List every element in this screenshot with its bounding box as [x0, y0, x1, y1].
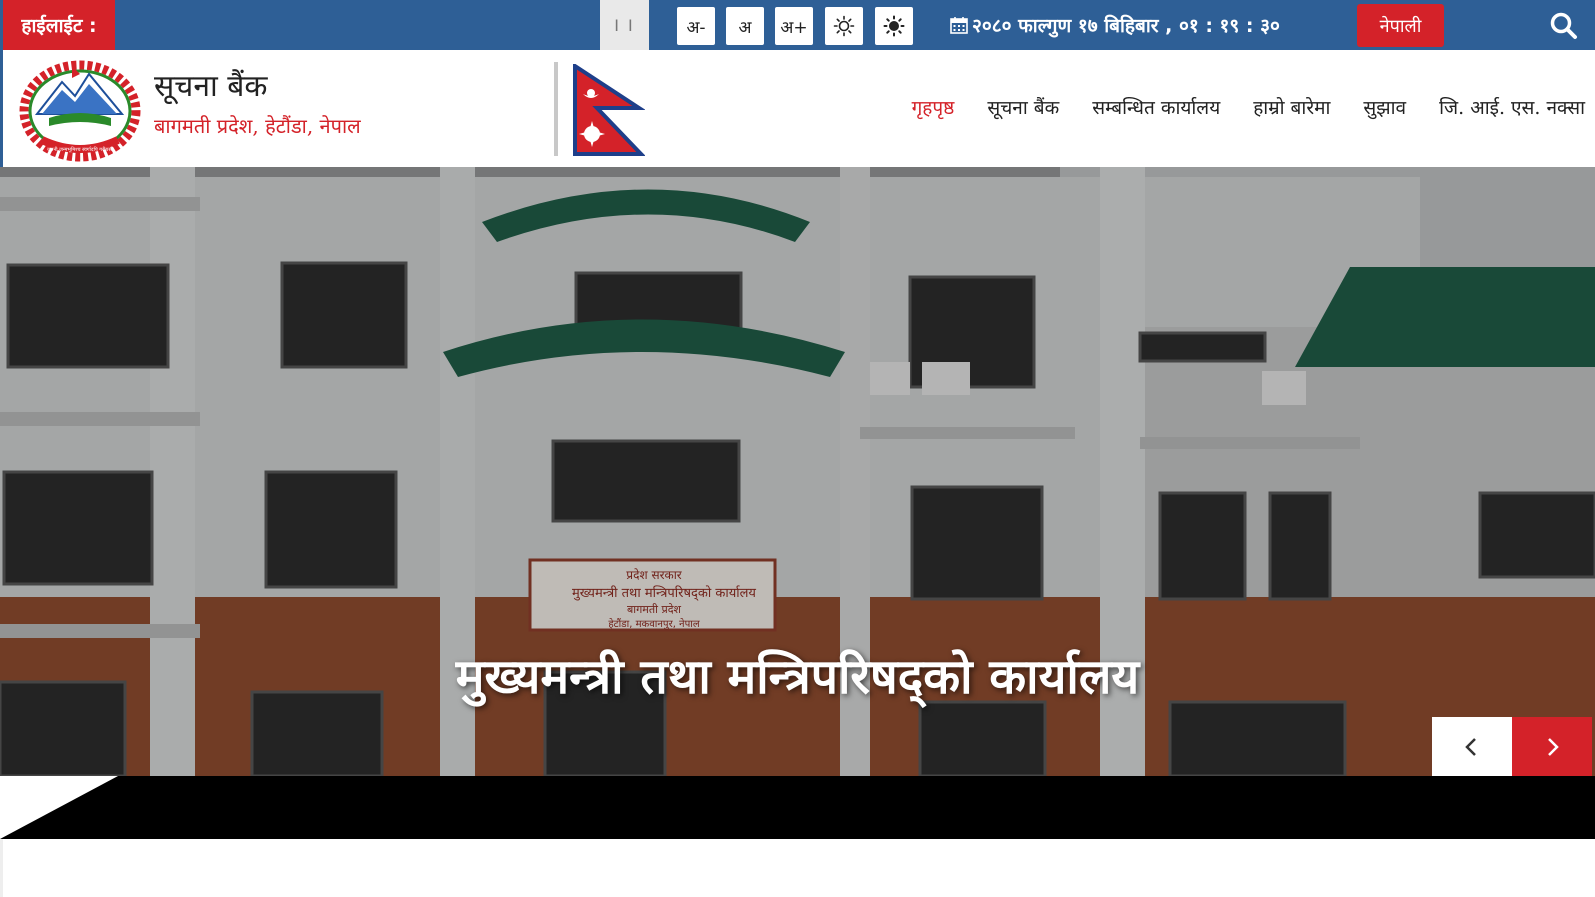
- highlight-label: हाईलाईट :: [3, 0, 115, 50]
- slider-prev-button[interactable]: [1432, 717, 1512, 776]
- nav-item-information-bank[interactable]: सूचना बैंक: [987, 94, 1059, 120]
- nepal-flag-icon: [573, 64, 645, 156]
- nepal-emblem-logo[interactable]: जननी जन्मभूमिश्च स्वर्गादपि गरीयसी: [17, 56, 143, 162]
- chevron-left-icon: [1465, 737, 1476, 756]
- decorative-wedge: [0, 776, 118, 839]
- language-button[interactable]: नेपाली: [1357, 4, 1444, 47]
- header-divider: [554, 62, 558, 156]
- font-normal-button[interactable]: अ: [726, 7, 764, 45]
- site-title: सूचना बैंक: [154, 69, 268, 104]
- nav-item-related-offices[interactable]: सम्बन्धित कार्यालय: [1092, 94, 1220, 120]
- site-header: जननी जन्मभूमिश्च स्वर्गादपि गरीयसी सूचना…: [0, 50, 1595, 167]
- emblem-motto: जननी जन्मभूमिश्च स्वर्गादपि गरीयसी: [47, 146, 114, 153]
- nav-item-gis-map[interactable]: जि. आई. एस. नक्सा: [1439, 94, 1585, 120]
- hero-bottom-band: [0, 776, 1595, 839]
- main-navigation: गृहपृष्ठ सूचना बैंक सम्बन्धित कार्यालय ह…: [912, 94, 1585, 120]
- nav-item-home[interactable]: गृहपृष्ठ: [912, 94, 955, 120]
- font-decrease-button[interactable]: अ-: [677, 7, 715, 45]
- ticker-pause-button[interactable]: I I: [600, 0, 649, 50]
- content-area: [0, 839, 1595, 897]
- dark-mode-button[interactable]: [875, 7, 913, 45]
- nav-item-about-us[interactable]: हाम्रो बारेमा: [1253, 94, 1330, 120]
- top-bar: हाईलाईट : I I अ- अ अ+ २०८० फाल्गुण १७ बि…: [0, 0, 1595, 50]
- datetime-text: २०८० फाल्गुण १७ बिहिबार , ०१ : १९ : ३०: [972, 15, 1280, 37]
- font-increase-button[interactable]: अ+: [775, 7, 813, 45]
- slide-caption: मुख्यमन्त्री तथा मन्त्रिपरिषद्को कार्याल…: [455, 649, 1140, 705]
- current-datetime: २०८० फाल्गुण १७ बिहिबार , ०१ : १९ : ३०: [950, 0, 1280, 50]
- search-icon[interactable]: [1548, 10, 1580, 42]
- slider-next-button[interactable]: [1512, 717, 1592, 776]
- chevron-right-icon: [1548, 737, 1559, 756]
- hero-slider: प्रदेश सरकार मुख्यमन्त्री तथा मन्त्रिपरि…: [0, 167, 1595, 776]
- calendar-icon: [950, 17, 968, 34]
- sun-filled-icon: [883, 15, 905, 37]
- sun-outline-icon: [833, 15, 855, 37]
- site-subtitle: बागमती प्रदेश, हेटौंडा, नेपाल: [154, 114, 361, 138]
- nav-item-suggestion[interactable]: सुझाव: [1363, 94, 1406, 120]
- light-mode-button[interactable]: [825, 7, 863, 45]
